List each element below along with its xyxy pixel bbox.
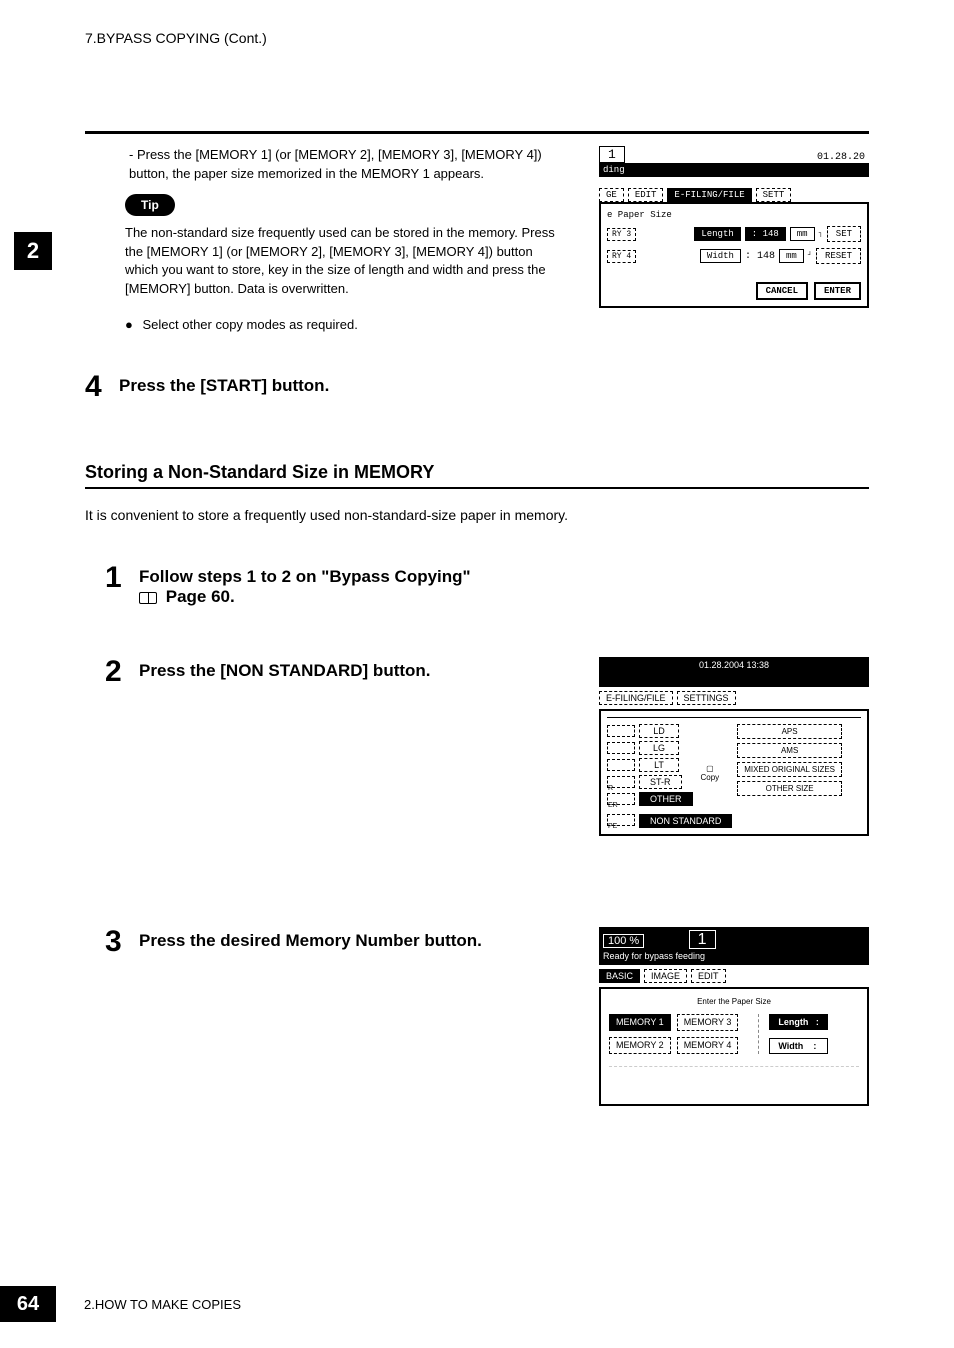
- section-divider: [85, 487, 869, 489]
- ss3-percent-value: 100 %: [603, 934, 644, 948]
- ss1-set-button[interactable]: SET: [827, 226, 861, 242]
- ss3-width-field[interactable]: Width :: [769, 1038, 828, 1054]
- ss2-tab-settings[interactable]: SETTINGS: [677, 691, 736, 705]
- select-other-text: Select other copy modes as required.: [125, 317, 869, 332]
- select-other-label: Select other copy modes as required.: [142, 317, 357, 332]
- ss1-cancel-button[interactable]: CANCEL: [756, 282, 808, 300]
- ss2-othersize-button[interactable]: OTHER SIZE: [737, 781, 842, 796]
- ss1-width-val: : 148: [745, 251, 775, 262]
- screenshot-panel-1: 1 01.28.20 ding GE EDIT E-FILING/FILE SE…: [599, 146, 869, 308]
- page-header: 7.BYPASS COPYING (Cont.): [85, 30, 869, 46]
- ss1-tab-ge[interactable]: GE: [599, 188, 624, 202]
- ss1-ry3[interactable]: RY 3: [607, 228, 636, 241]
- ss1-reset-button[interactable]: RESET: [816, 248, 861, 264]
- step1-line2-wrap: Page 60.: [139, 587, 471, 607]
- ss1-tab-efiling[interactable]: E-FILING/FILE: [667, 188, 751, 202]
- ss2-copy-label: Copy: [701, 773, 720, 782]
- ss2-tray-2[interactable]: [607, 742, 635, 754]
- ss3-memory3-button[interactable]: MEMORY 3: [677, 1014, 739, 1031]
- ss2-ams-button[interactable]: AMS: [737, 743, 842, 758]
- ss3-ready-text: Ready for bypass feeding: [603, 951, 865, 961]
- step1-text-block: Follow steps 1 to 2 on "Bypass Copying" …: [139, 567, 471, 607]
- step1-line2: Page 60.: [166, 587, 235, 606]
- ss2-lt-button[interactable]: LT: [639, 758, 679, 772]
- ss1-paper-size-label: e Paper Size: [607, 210, 861, 220]
- ss1-width-label: Width: [700, 249, 741, 263]
- ss3-length-field[interactable]: Length :: [769, 1014, 828, 1030]
- section-heading: Storing a Non-Standard Size in MEMORY: [85, 462, 869, 483]
- ss1-length-colon: : 148: [745, 227, 786, 241]
- ss1-date: 01.28.20: [817, 152, 865, 163]
- step2-text: Press the [NON STANDARD] button.: [139, 661, 431, 681]
- step1-line1: Follow steps 1 to 2 on "Bypass Copying": [139, 567, 471, 587]
- ss2-tray-1[interactable]: [607, 725, 635, 737]
- ss3-counter: 1: [689, 930, 716, 949]
- ss2-pe[interactable]: PE: [607, 814, 635, 826]
- footer-chapter-text: 2.HOW TO MAKE COPIES: [84, 1297, 241, 1312]
- step3-text: Press the desired Memory Number button.: [139, 931, 482, 951]
- ss1-tab-edit[interactable]: EDIT: [628, 188, 664, 202]
- tip-badge: Tip: [125, 194, 175, 216]
- ss3-memory2-button[interactable]: MEMORY 2: [609, 1037, 671, 1054]
- ss3-subtitle: Enter the Paper Size: [609, 997, 859, 1006]
- ss3-memory1-button[interactable]: MEMORY 1: [609, 1014, 671, 1031]
- ss3-tab-image[interactable]: IMAGE: [644, 969, 687, 983]
- ss3-tab-edit[interactable]: EDIT: [691, 969, 726, 983]
- ss1-length-mm: mm: [790, 227, 815, 241]
- ss2-tray-r[interactable]: R: [607, 776, 635, 788]
- ss2-other-button[interactable]: OTHER: [639, 792, 693, 806]
- memory-instruction-text: - Press the [MEMORY 1] (or [MEMORY 2], […: [129, 146, 559, 184]
- book-icon: [139, 592, 157, 604]
- ss1-topline: 1 01.28.20: [599, 146, 869, 163]
- ss2-nonstandard-button[interactable]: NON STANDARD: [639, 814, 732, 828]
- ss1-dark-strip: ding: [599, 163, 869, 177]
- ss2-aps-button[interactable]: APS: [737, 724, 842, 739]
- screenshot-panel-3: 100 % 1 Ready for bypass feeding BASIC I…: [599, 927, 869, 1106]
- tip-text: The non-standard size frequently used ca…: [125, 224, 565, 299]
- ss1-width-mm: mm: [779, 249, 804, 263]
- step2-number: 2: [105, 657, 127, 687]
- ss3-tab-basic[interactable]: BASIC: [599, 969, 640, 983]
- ss2-dark-strip: [599, 673, 869, 687]
- ss1-enter-button[interactable]: ENTER: [814, 282, 861, 300]
- ss1-length-label: Length: [694, 227, 740, 241]
- ss1-tab-sett[interactable]: SETT: [756, 188, 792, 202]
- step1-number: 1: [105, 563, 127, 593]
- ss2-tray-3[interactable]: [607, 759, 635, 771]
- ss1-ry4[interactable]: RY 4: [607, 250, 636, 263]
- footer-page-number: 64: [0, 1286, 56, 1322]
- ss2-tray-er[interactable]: ER: [607, 793, 635, 805]
- step3-number: 3: [105, 927, 127, 957]
- ss2-copy-icon-area: ▢ Copy: [701, 724, 720, 806]
- step4-number: 4: [85, 372, 107, 402]
- page-footer: 64 2.HOW TO MAKE COPIES: [0, 1286, 241, 1322]
- screenshot-panel-2: 01.28.2004 13:38 E-FILING/FILE SETTINGS …: [599, 657, 869, 836]
- ss2-str-button[interactable]: ST-R: [639, 775, 682, 789]
- ss1-counter: 1: [599, 146, 625, 163]
- ss2-mixed-button[interactable]: MIXED ORIGINAL SIZES: [737, 762, 842, 777]
- step4-text: Press the [START] button.: [119, 376, 329, 396]
- ss3-memory4-button[interactable]: MEMORY 4: [677, 1037, 739, 1054]
- ss2-lg-button[interactable]: LG: [639, 741, 679, 755]
- ss2-date: 01.28.2004 13:38: [599, 657, 869, 673]
- ss2-tab-efiling[interactable]: E-FILING/FILE: [599, 691, 673, 705]
- ss2-ld-button[interactable]: LD: [639, 724, 679, 738]
- chapter-number-box: 2: [14, 232, 52, 270]
- divider-line: [85, 131, 869, 134]
- section-intro: It is convenient to store a frequently u…: [85, 507, 869, 523]
